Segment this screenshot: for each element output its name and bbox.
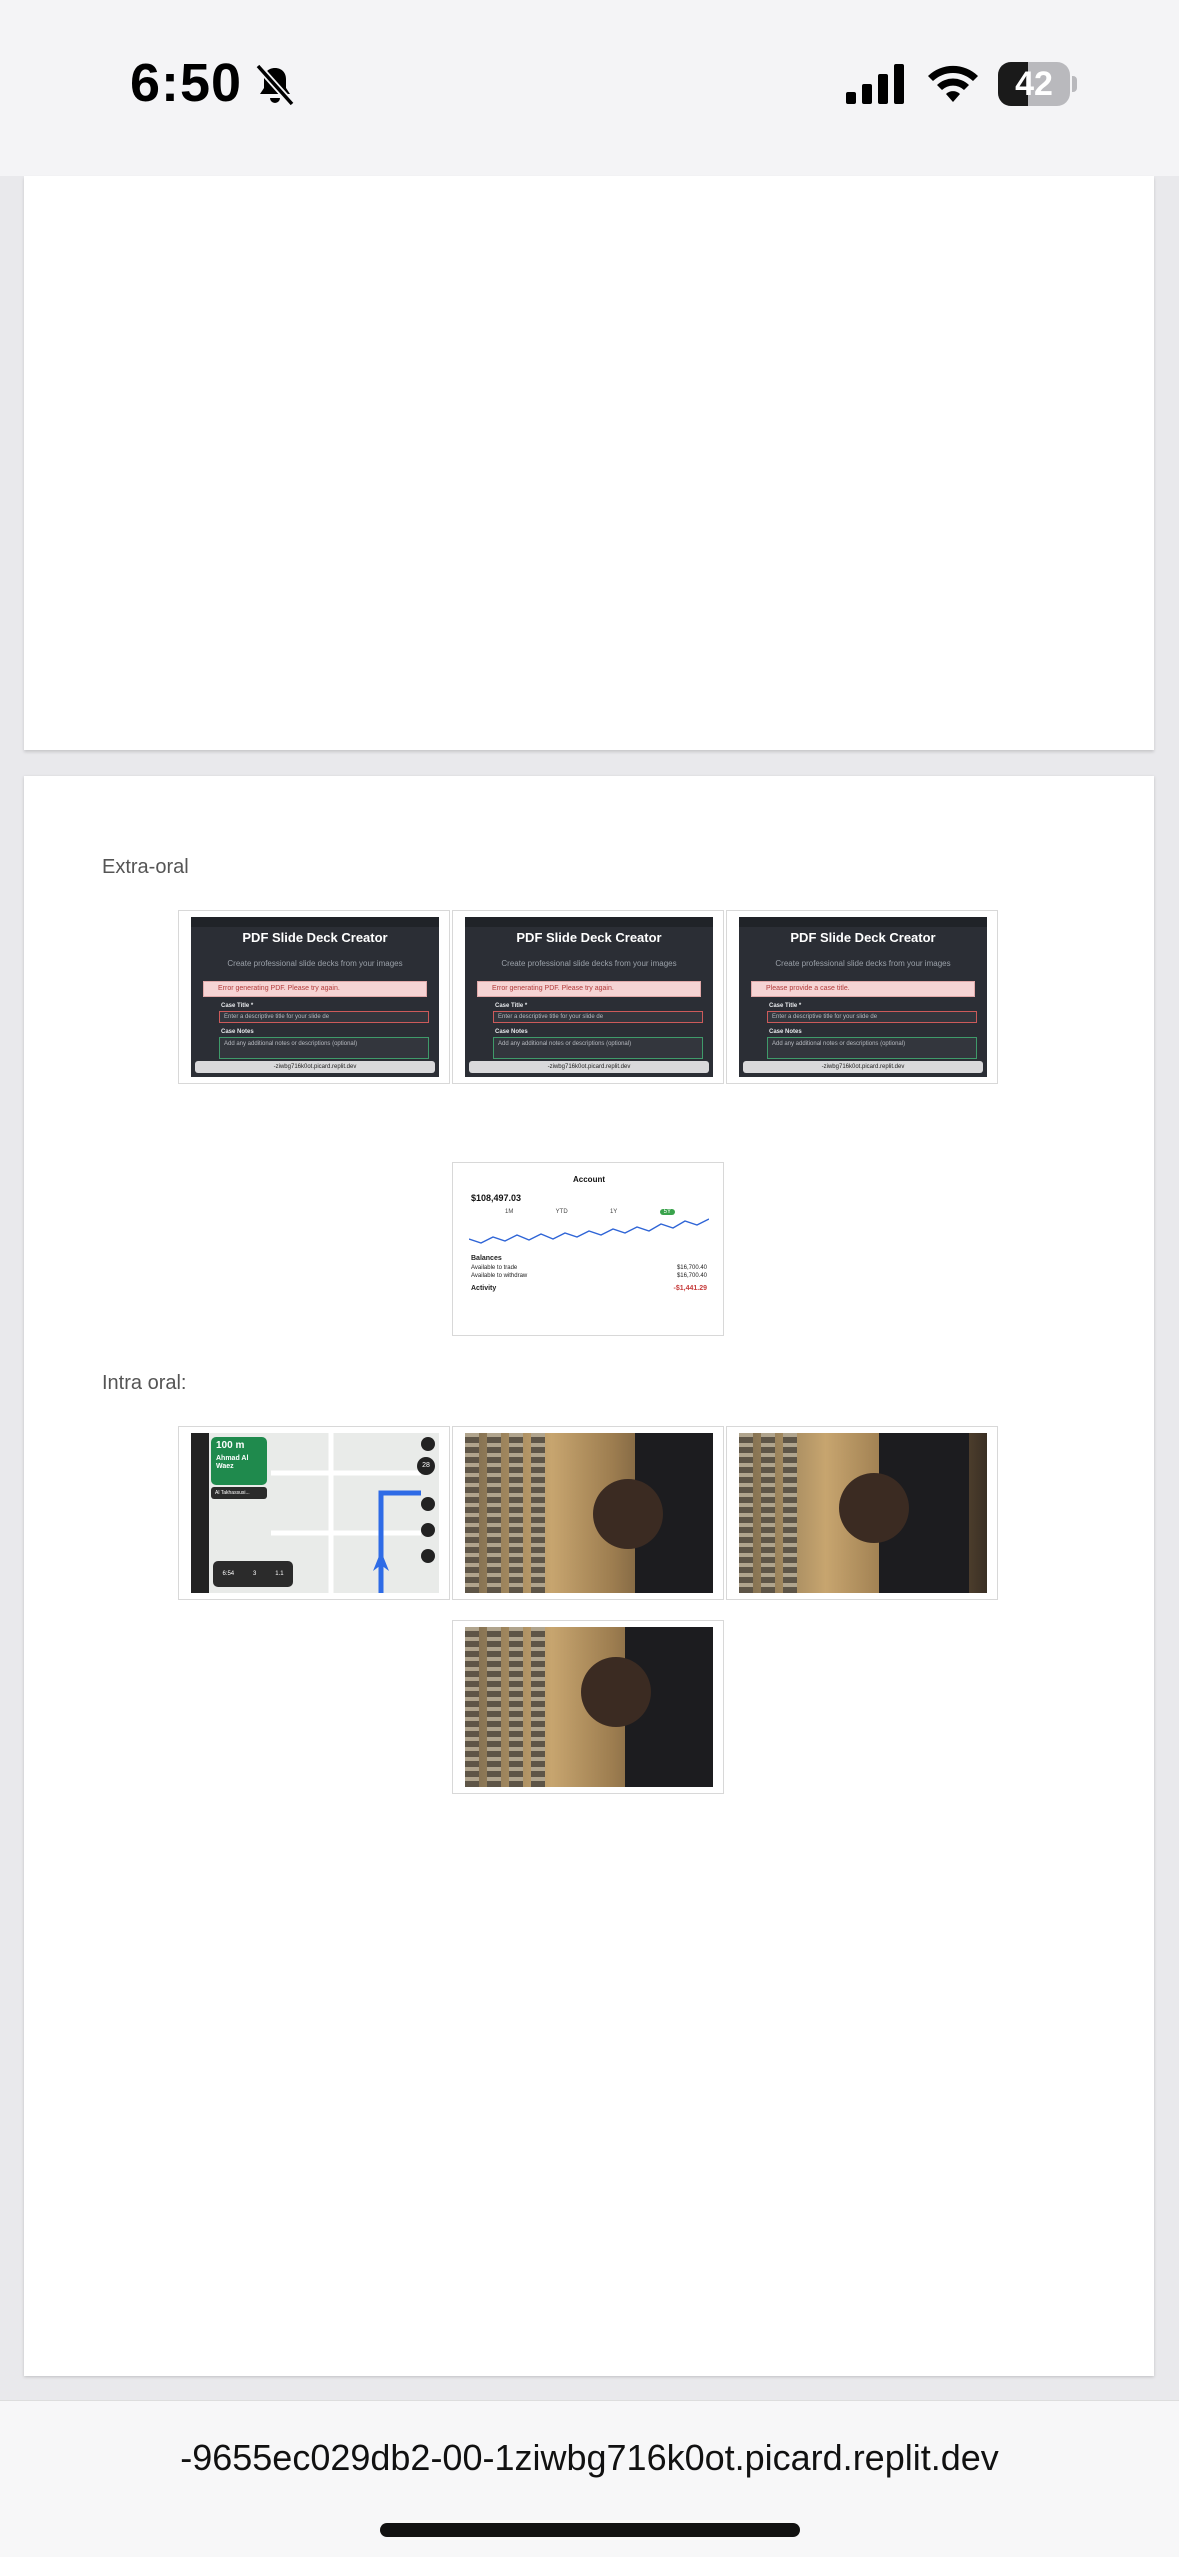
address-bar[interactable]: -9655ec029db2-00-1ziwbg716k0ot.picard.re… [0, 2437, 1179, 2479]
intra-oral-image-4 [452, 1620, 724, 1794]
status-bar: 6:50 42 [0, 0, 1179, 176]
intra-oral-label: Intra oral: [102, 1372, 187, 1394]
cellular-signal-icon [846, 64, 904, 104]
extra-oral-label: Extra-oral [102, 856, 189, 878]
status-time: 6:50 [130, 53, 243, 113]
battery-icon: 42 [998, 62, 1078, 106]
extra-oral-image-2: PDF Slide Deck Creator Create profession… [452, 910, 724, 1084]
pdf-page-previous [24, 176, 1154, 750]
navigation-card: 100 m Ahmad Al Waez [211, 1437, 267, 1485]
wifi-icon [928, 65, 978, 102]
account-balance-chart [469, 1218, 709, 1244]
pdf-page: Extra-oral PDF Slide Deck Creator Create… [24, 776, 1154, 2376]
intra-oral-image-2 [452, 1426, 724, 1600]
home-indicator[interactable] [380, 2523, 800, 2537]
bell-slash-icon [255, 63, 295, 107]
extra-oral-image-1: PDF Slide Deck Creator Create profession… [178, 910, 450, 1084]
extra-oral-image-4: Account $108,497.03 1M YTD 1Y 5Y Balance… [452, 1162, 724, 1336]
browser-bottom-bar: -9655ec029db2-00-1ziwbg716k0ot.picard.re… [0, 2400, 1179, 2557]
extra-oral-image-3: PDF Slide Deck Creator Create profession… [726, 910, 998, 1084]
intra-oral-image-1: 100 m Ahmad Al Waez Al Takhassusi... 28 … [178, 1426, 450, 1600]
eta-panel: 6:54 3 1.1 [213, 1561, 293, 1587]
map-route [271, 1433, 421, 1593]
battery-percent: 42 [1015, 65, 1053, 103]
intra-oral-image-3 [726, 1426, 998, 1600]
